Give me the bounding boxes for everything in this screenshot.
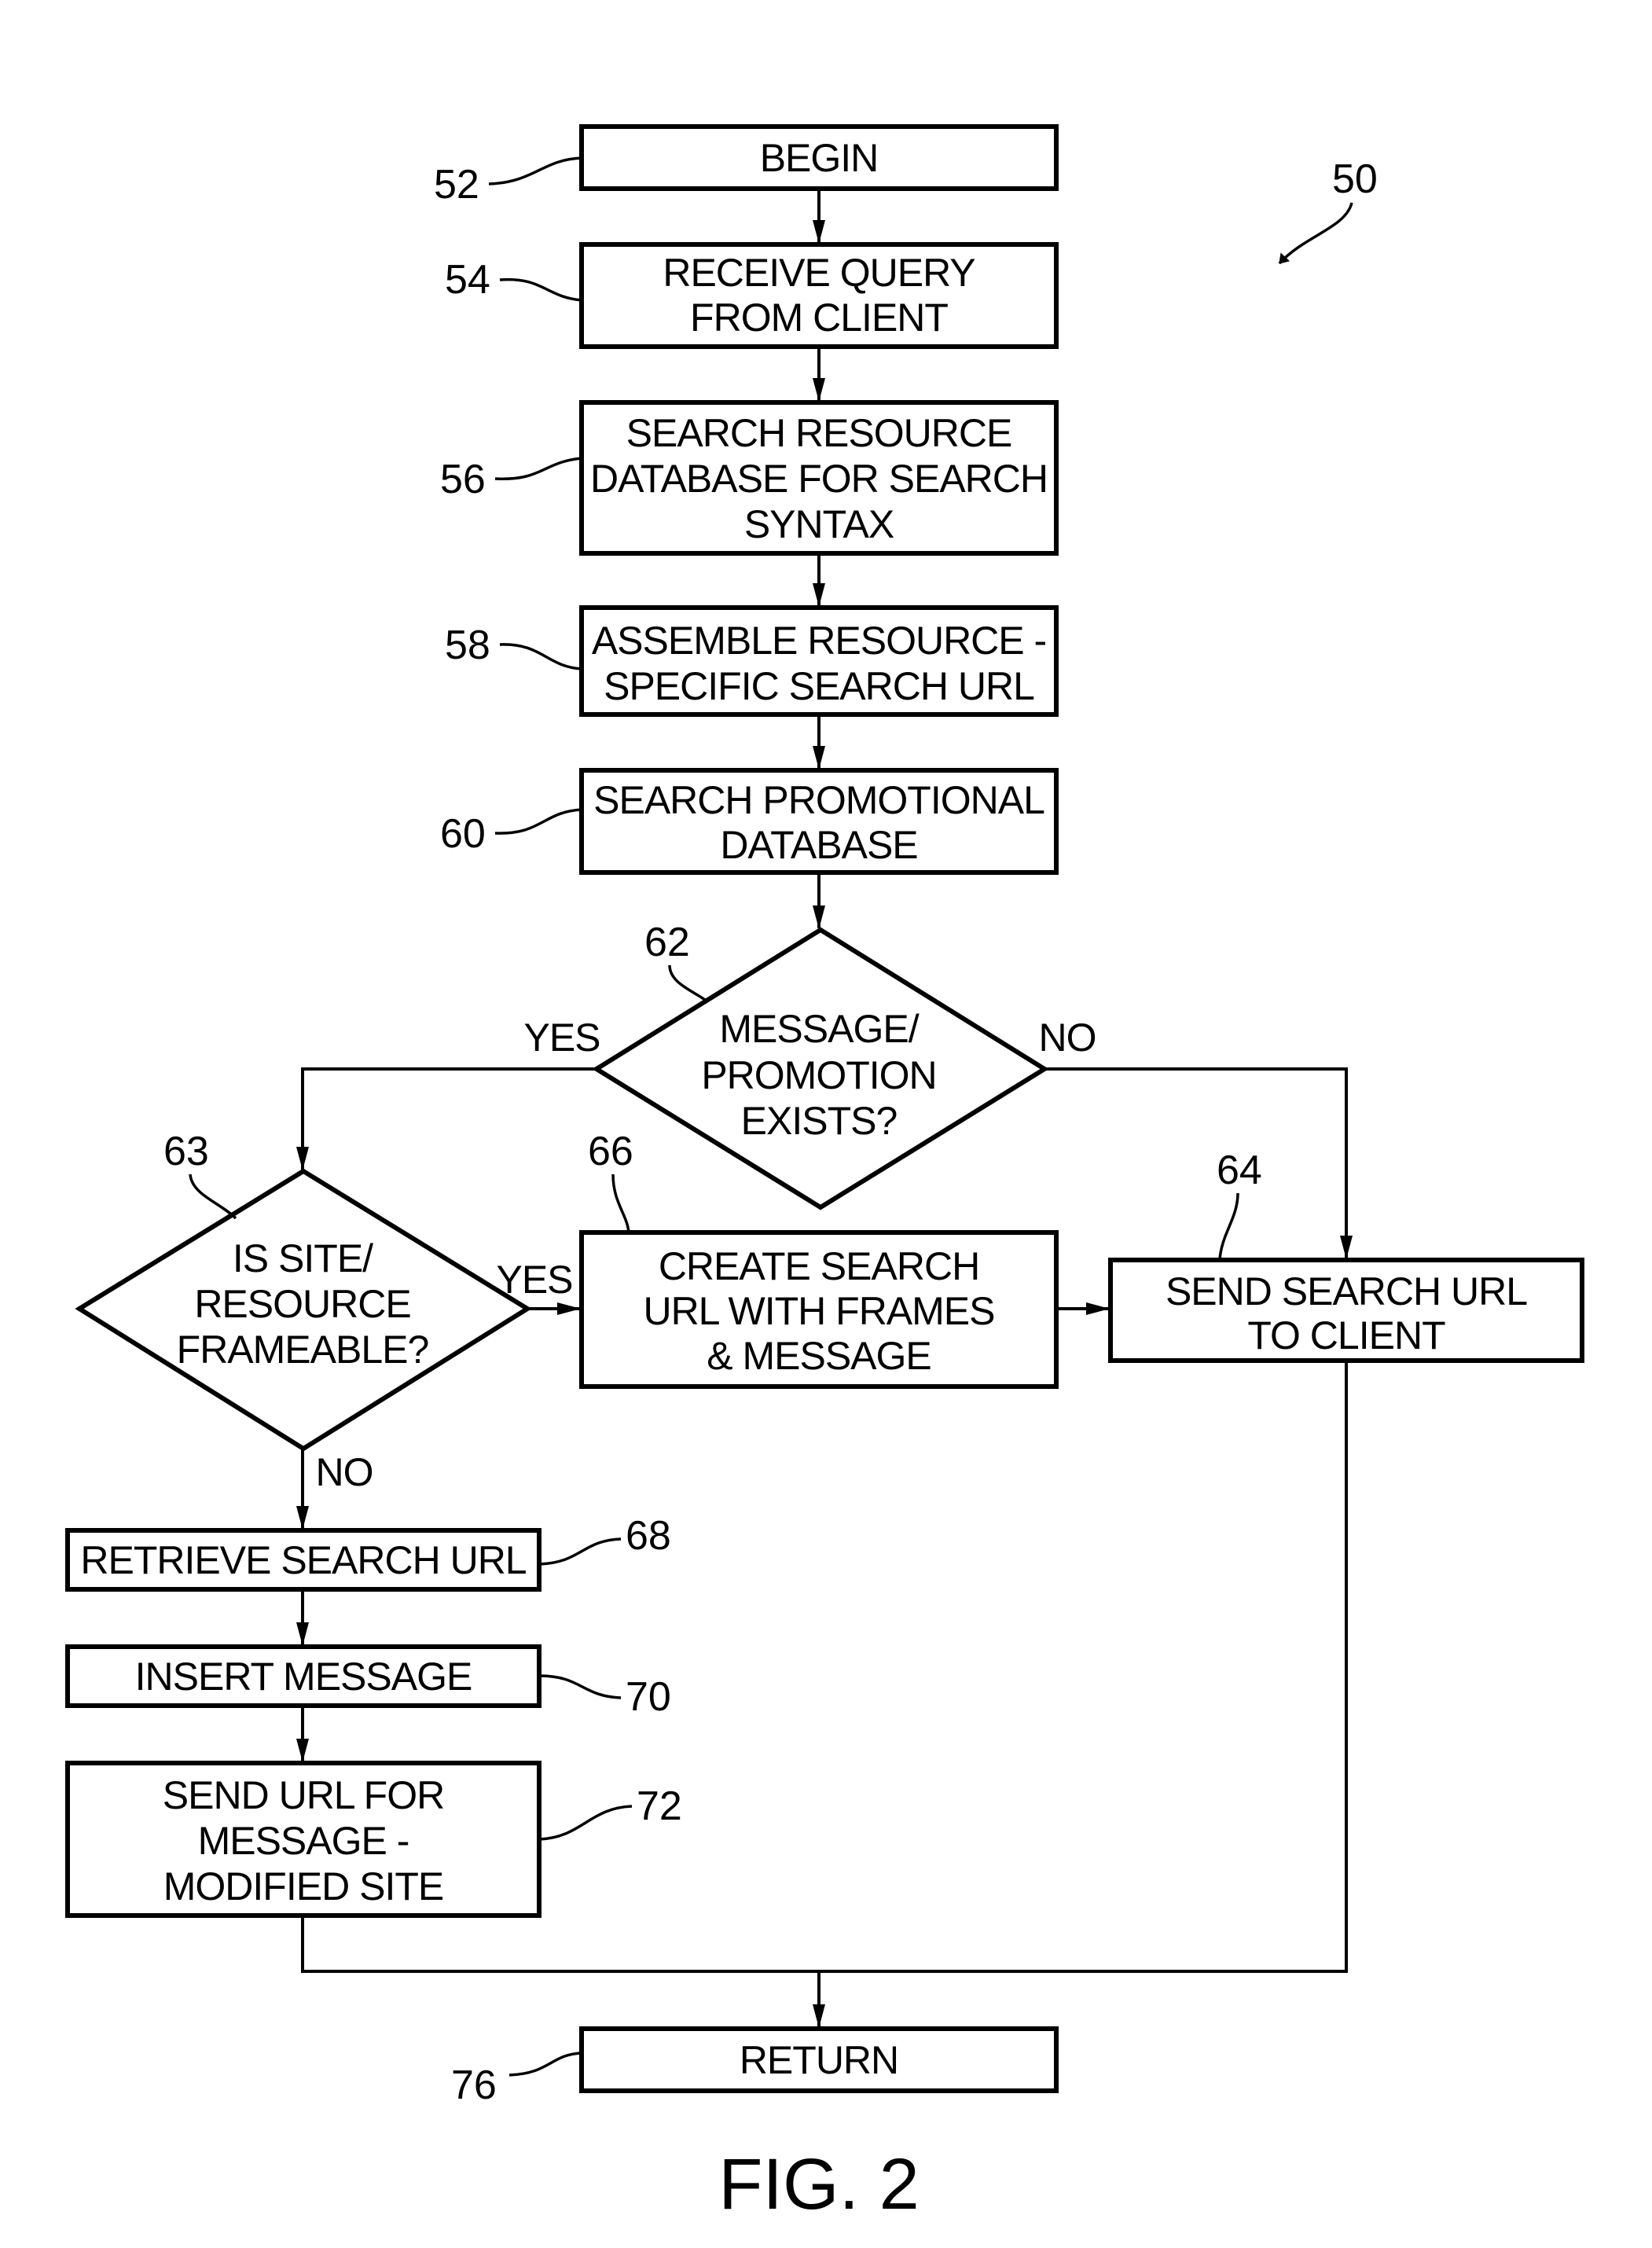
node-text: MESSAGE - bbox=[198, 1819, 409, 1863]
node-text: RETURN bbox=[740, 2038, 898, 2082]
flowchart: BEGIN RECEIVE QUERY FROM CLIENT SEARCH R… bbox=[65, 124, 1584, 2224]
node-text: SEARCH RESOURCE bbox=[626, 411, 1012, 455]
leader-60 bbox=[494, 808, 582, 835]
ref-52: 52 bbox=[434, 162, 479, 208]
decision-62-message-exists: MESSAGE/ PROMOTION EXISTS? bbox=[592, 927, 1049, 1210]
leader-64 bbox=[1218, 1192, 1239, 1261]
ref-66: 66 bbox=[588, 1129, 633, 1174]
ref-64: 64 bbox=[1217, 1148, 1262, 1193]
node-text: BEGIN bbox=[760, 136, 879, 180]
node-text: URL WITH FRAMES bbox=[643, 1289, 994, 1333]
leader-54 bbox=[499, 277, 582, 302]
node-text: RETRIEVE SEARCH URL bbox=[80, 1538, 526, 1582]
arrow-62-yes-63 bbox=[296, 1067, 597, 1170]
leader-68 bbox=[538, 1537, 622, 1566]
leader-72 bbox=[538, 1805, 633, 1841]
node-text: MESSAGE/ bbox=[719, 1007, 919, 1051]
node-text: SYNTAX bbox=[744, 502, 894, 546]
node-56-search-resource-db: SEARCH RESOURCE DATABASE FOR SEARCH SYNT… bbox=[579, 400, 1059, 556]
edge-label-63-yes: YES bbox=[496, 1258, 572, 1302]
node-text: ASSEMBLE RESOURCE - bbox=[592, 619, 1046, 663]
ref-72: 72 bbox=[637, 1783, 682, 1829]
edge-label-62-no: NO bbox=[1039, 1016, 1096, 1060]
leader-76 bbox=[508, 2051, 582, 2077]
node-text: MODIFIED SITE bbox=[163, 1864, 443, 1908]
node-58-assemble-url: ASSEMBLE RESOURCE - SPECIFIC SEARCH URL bbox=[579, 605, 1059, 717]
node-text: SEND URL FOR bbox=[163, 1773, 444, 1817]
ref-60: 60 bbox=[440, 811, 486, 857]
node-text: IS SITE/ bbox=[233, 1236, 373, 1280]
leader-56 bbox=[494, 457, 582, 480]
ref-54: 54 bbox=[445, 257, 490, 303]
node-text: INSERT MESSAGE bbox=[135, 1655, 472, 1699]
node-text: FROM CLIENT bbox=[690, 296, 948, 340]
leader-52 bbox=[488, 156, 582, 185]
node-text: PROMOTION bbox=[701, 1053, 936, 1097]
node-text: CREATE SEARCH bbox=[659, 1244, 979, 1288]
decision-63-frameable: IS SITE/ RESOURCE FRAMEABLE? bbox=[75, 1168, 532, 1452]
node-text: & MESSAGE bbox=[707, 1334, 931, 1378]
node-text: FRAMEABLE? bbox=[177, 1328, 429, 1372]
leader-66 bbox=[611, 1174, 630, 1233]
ref-68: 68 bbox=[626, 1513, 671, 1559]
node-text: EXISTS? bbox=[741, 1099, 898, 1143]
node-text: RECEIVE QUERY bbox=[663, 251, 975, 295]
node-76-return: RETURN bbox=[579, 2026, 1059, 2093]
edge-label-63-no: NO bbox=[316, 1450, 373, 1494]
ref-50: 50 bbox=[1332, 156, 1378, 202]
node-70-insert-message: INSERT MESSAGE bbox=[65, 1644, 541, 1708]
node-text: SEARCH PROMOTIONAL bbox=[593, 778, 1044, 822]
node-72-send-url-modified-site: SEND URL FOR MESSAGE - MODIFIED SITE bbox=[65, 1761, 541, 1918]
arrow-62-no-64 bbox=[1044, 1067, 1353, 1259]
leader-62 bbox=[668, 964, 707, 1001]
ref-58: 58 bbox=[445, 623, 490, 668]
node-text: RESOURCE bbox=[194, 1282, 410, 1326]
ref-76: 76 bbox=[451, 2063, 497, 2108]
node-52-begin: BEGIN bbox=[579, 124, 1059, 191]
figure-caption: FIG. 2 bbox=[718, 2144, 920, 2224]
node-68-retrieve-search-url: RETRIEVE SEARCH URL bbox=[65, 1528, 541, 1592]
ref-56: 56 bbox=[440, 457, 486, 502]
node-60-search-promotional-db: SEARCH PROMOTIONAL DATABASE bbox=[579, 768, 1059, 875]
node-text: SEND SEARCH URL bbox=[1166, 1269, 1527, 1313]
edge-label-62-yes: YES bbox=[523, 1016, 600, 1060]
node-54-receive-query: RECEIVE QUERY FROM CLIENT bbox=[579, 242, 1059, 349]
leader-58 bbox=[499, 643, 582, 670]
leader-50 bbox=[1278, 202, 1353, 265]
ref-63: 63 bbox=[163, 1129, 209, 1174]
leader-70 bbox=[538, 1674, 622, 1699]
node-text: DATABASE FOR SEARCH bbox=[590, 457, 1048, 501]
ref-70: 70 bbox=[626, 1674, 671, 1720]
node-text: SPECIFIC SEARCH URL bbox=[604, 664, 1034, 708]
node-64-send-search-url: SEND SEARCH URL TO CLIENT bbox=[1108, 1258, 1584, 1363]
ref-62: 62 bbox=[644, 920, 690, 965]
node-66-create-search-url: CREATE SEARCH URL WITH FRAMES & MESSAGE bbox=[579, 1230, 1059, 1389]
node-text: TO CLIENT bbox=[1247, 1313, 1445, 1357]
leader-63 bbox=[189, 1174, 237, 1220]
node-text: DATABASE bbox=[720, 823, 917, 867]
